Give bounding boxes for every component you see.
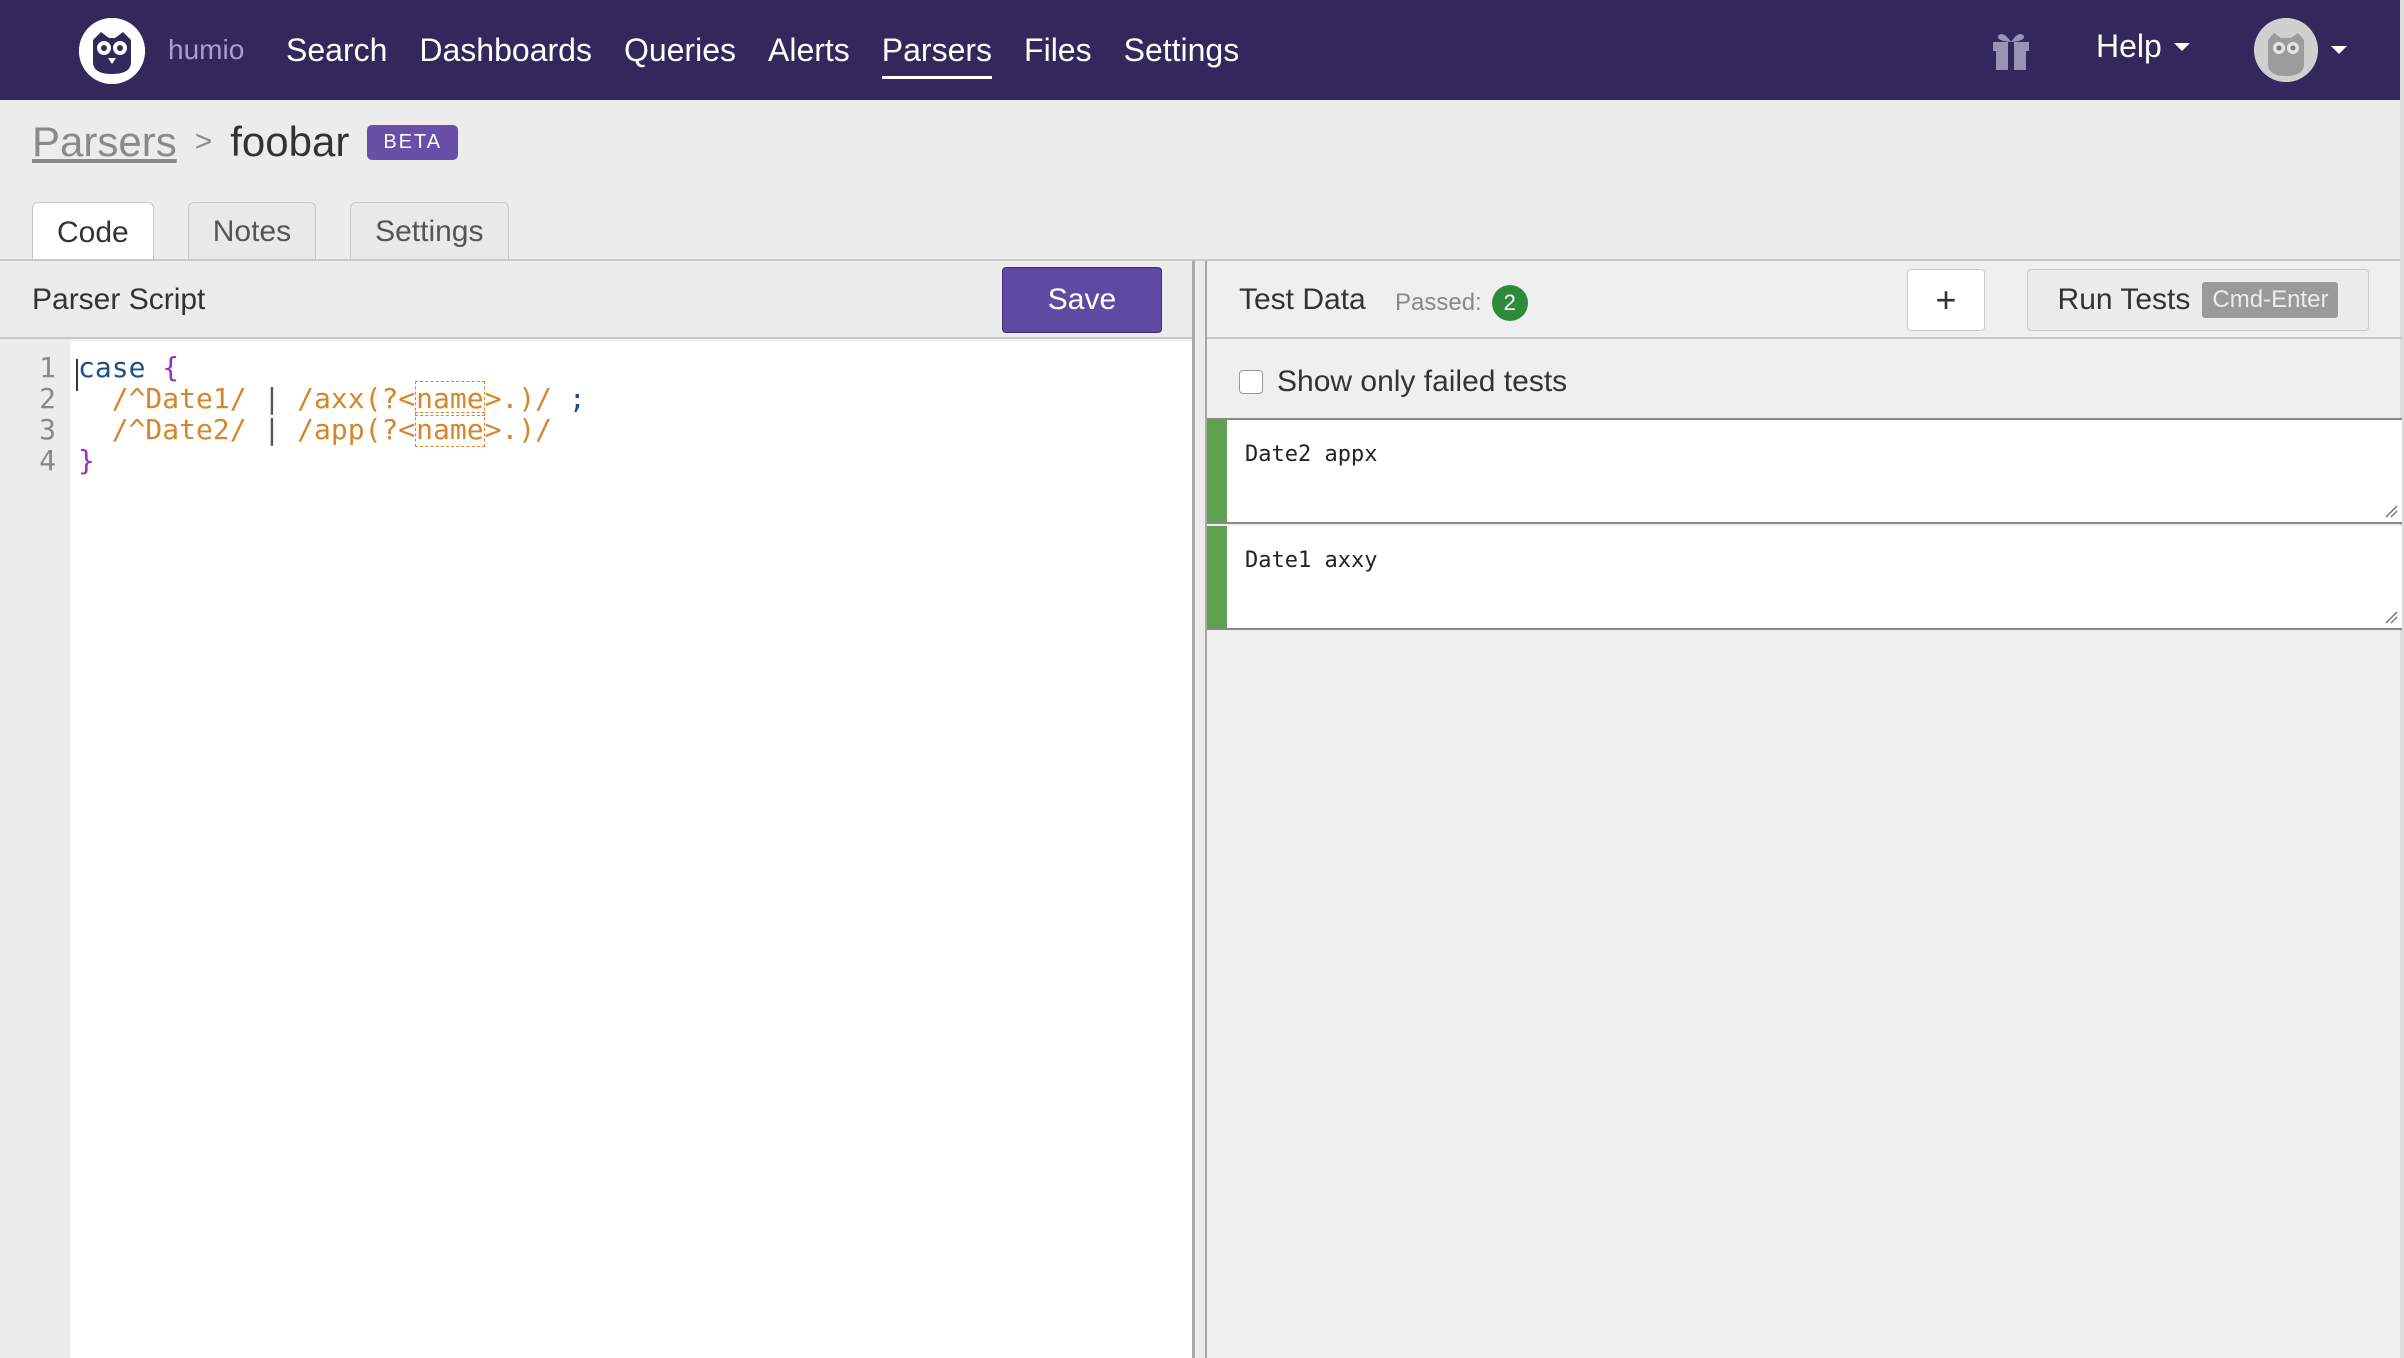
tab-notes[interactable]: Notes — [187, 202, 317, 260]
breadcrumb-parsers-link[interactable]: Parsers — [32, 118, 177, 166]
nav-search[interactable]: Search — [286, 28, 387, 79]
run-tests-shortcut: Cmd-Enter — [2202, 282, 2339, 318]
line-number: 4 — [39, 444, 56, 477]
test-case: Date2 appx — [1207, 420, 2402, 524]
resize-grip-icon[interactable] — [2384, 504, 2398, 518]
user-menu-chevron-icon[interactable] — [2331, 46, 2347, 54]
token-regex: /app(?<name>.)/ — [297, 412, 553, 447]
resize-grip-icon[interactable] — [2384, 610, 2398, 624]
token-group-name: name — [415, 381, 485, 416]
nav-dashboards[interactable]: Dashboards — [419, 28, 592, 79]
window-edge — [2400, 0, 2404, 1358]
line-number-gutter: 1 2 3 4 — [0, 341, 70, 1358]
passed-label: Passed: — [1395, 289, 1482, 316]
code-line-1: case { — [78, 351, 179, 384]
test-pass-indicator — [1207, 526, 1227, 628]
line-number: 1 — [39, 351, 56, 384]
nav-queries[interactable]: Queries — [624, 28, 736, 79]
code-line-4: } — [78, 444, 95, 477]
help-menu[interactable]: Help — [2096, 28, 2190, 65]
run-tests-label: Run Tests — [2057, 283, 2191, 316]
token-semicolon: ; — [568, 382, 586, 415]
failed-tests-filter[interactable]: Show only failed tests — [1239, 365, 1567, 399]
token-regex: /^Date2/ — [111, 413, 247, 446]
plus-icon: + — [1935, 279, 1957, 320]
parser-script-title: Parser Script — [32, 283, 206, 316]
tab-code[interactable]: Code — [32, 202, 154, 262]
nav-files[interactable]: Files — [1024, 28, 1092, 79]
gift-icon[interactable] — [1987, 26, 2035, 74]
code-editor[interactable]: case { /^Date1/ | /axx(?<name>.)/ ; /^Da… — [70, 341, 1192, 1358]
brand-name[interactable]: humio — [168, 34, 244, 66]
show-failed-checkbox[interactable] — [1239, 370, 1263, 394]
tab-settings[interactable]: Settings — [350, 202, 509, 260]
passed-count-badge: 2 — [1491, 285, 1528, 321]
parser-tabs: Code Notes Settings — [32, 202, 509, 262]
nav-parsers[interactable]: Parsers — [881, 28, 993, 79]
code-line-2: /^Date1/ | /axx(?<name>.)/ ; — [78, 381, 586, 416]
test-pass-indicator — [1207, 420, 1227, 522]
run-tests-button[interactable]: Run Tests Cmd-Enter — [2027, 269, 2369, 331]
breadcrumb: Parsers > foobar BETA — [32, 118, 459, 166]
save-button[interactable]: Save — [1002, 267, 1162, 333]
beta-badge: BETA — [367, 124, 459, 160]
parser-name: foobar — [230, 118, 350, 165]
token-regex: /^Date1/ — [111, 382, 247, 415]
user-avatar-icon[interactable] — [2254, 18, 2318, 82]
line-number: 3 — [39, 413, 56, 446]
main-nav: Search Dashboards Queries Alerts Parsers… — [286, 28, 1239, 79]
token-group-name: name — [415, 412, 485, 447]
token-case: case — [78, 351, 146, 384]
token-regex: /axx(?<name>.)/ — [297, 381, 553, 416]
token-brace: { — [162, 351, 180, 384]
code-line-3: /^Date2/ | /app(?<name>.)/ — [78, 412, 553, 447]
top-nav-bar: humio Search Dashboards Queries Alerts P… — [0, 0, 2400, 100]
test-case: Date1 axxy — [1207, 526, 2402, 630]
help-label: Help — [2096, 28, 2162, 64]
test-input[interactable]: Date2 appx — [1227, 420, 2402, 522]
parser-script-panel: Parser Script Save 1 2 3 4 case { /^Date… — [0, 261, 1195, 1358]
humio-owl-logo-icon[interactable] — [79, 18, 145, 84]
token-pipe: | — [263, 382, 281, 415]
test-input[interactable]: Date1 axxy — [1227, 526, 2402, 628]
line-number: 2 — [39, 382, 56, 415]
test-data-header: Test Data Passed: 2 + Run Tests Cmd-Ente… — [1207, 261, 2402, 339]
test-data-panel: Test Data Passed: 2 + Run Tests Cmd-Ente… — [1205, 261, 2402, 1358]
nav-settings[interactable]: Settings — [1124, 28, 1240, 79]
token-brace: } — [78, 444, 95, 477]
token-pipe: | — [263, 413, 281, 446]
passed-summary: Passed: 2 — [1395, 285, 1528, 321]
test-data-title: Test Data — [1239, 283, 1366, 316]
breadcrumb-separator: > — [194, 125, 213, 158]
chevron-down-icon — [2173, 42, 2190, 51]
add-test-button[interactable]: + — [1907, 269, 1985, 331]
parser-script-header: Parser Script Save — [0, 261, 1192, 339]
show-failed-label[interactable]: Show only failed tests — [1277, 365, 1567, 399]
nav-alerts[interactable]: Alerts — [768, 28, 850, 79]
